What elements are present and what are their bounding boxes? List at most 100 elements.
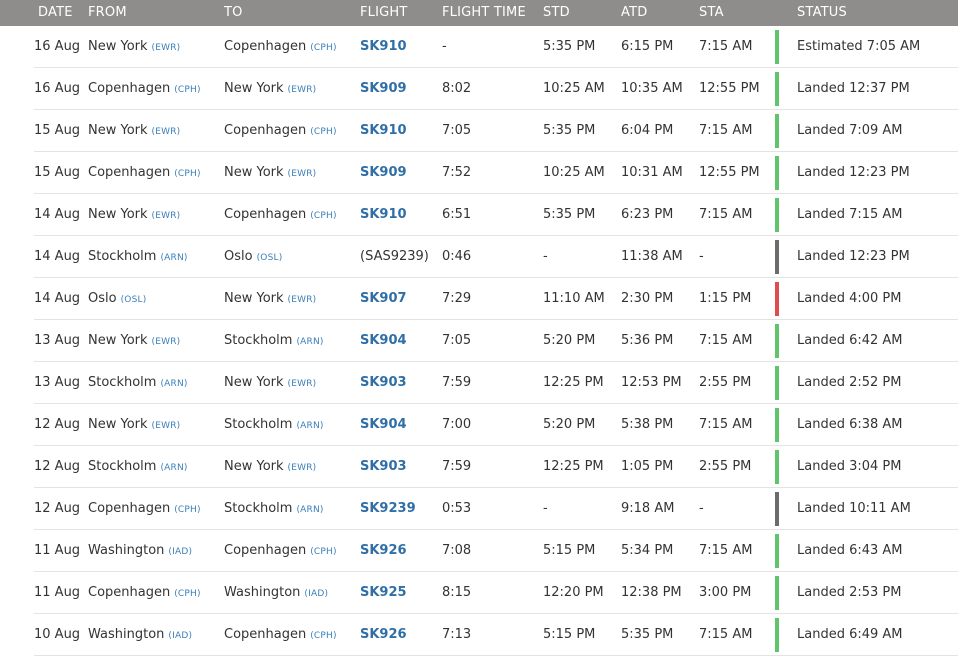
std-cell: 12:25 PM (543, 459, 604, 474)
to-airport-code[interactable]: (ARN) (296, 337, 323, 347)
to-airport-code[interactable]: (IAD) (304, 589, 328, 599)
flight-number-link[interactable]: SK910 (360, 39, 407, 54)
status-indicator (775, 618, 779, 652)
flight-number-link[interactable]: SK909 (360, 165, 407, 180)
status-indicator (775, 324, 779, 358)
from-airport-code[interactable]: (CPH) (174, 505, 201, 515)
to-cell: New York (EWR) (224, 68, 316, 110)
status-cell: Landed 4:00 PM (797, 291, 902, 306)
column-header-flight[interactable]: FLIGHT (360, 0, 408, 26)
status-indicator (775, 408, 779, 442)
flight-number-link[interactable]: SK909 (360, 81, 407, 96)
from-airport-code[interactable]: (IAD) (168, 547, 192, 557)
from-airport-code[interactable]: (ARN) (160, 253, 187, 263)
status-indicator (775, 576, 779, 610)
from-airport-code[interactable]: (IAD) (168, 631, 192, 641)
std-cell: 5:15 PM (543, 543, 596, 558)
to-airport-code[interactable]: (EWR) (288, 85, 317, 95)
table-row[interactable]: 14 Aug New York (EWR) Copenhagen (CPH) SK910 6… (0, 194, 958, 236)
from-city: Washington (88, 543, 165, 558)
date-cell: 13 Aug (34, 333, 81, 348)
sta-cell: 12:55 PM (699, 165, 760, 180)
table-row[interactable]: 15 Aug New York (EWR) Copenhagen (CPH) SK910 7… (0, 110, 958, 152)
from-airport-code[interactable]: (CPH) (174, 85, 201, 95)
flight-cell: SK909 (360, 152, 407, 194)
to-cell: Copenhagen (CPH) (224, 614, 337, 656)
column-header-atd[interactable]: ATD (621, 0, 647, 26)
column-header-date[interactable]: DATE (38, 0, 73, 26)
flight-number-link[interactable]: SK904 (360, 417, 407, 432)
table-row[interactable]: 13 Aug Stockholm (ARN) New York (EWR) SK903 7:… (0, 362, 958, 404)
to-city: New York (224, 291, 284, 306)
flight-cell: SK907 (360, 278, 407, 320)
table-row[interactable]: 10 Aug Washington (IAD) Copenhagen (CPH) SK92… (0, 614, 958, 656)
flight-number-link[interactable]: SK926 (360, 627, 407, 642)
column-header-std[interactable]: STD (543, 0, 570, 26)
sta-cell: 7:15 AM (699, 543, 753, 558)
table-row[interactable]: 11 Aug Washington (IAD) Copenhagen (CPH) SK92… (0, 530, 958, 572)
from-airport-code[interactable]: (ARN) (160, 463, 187, 473)
from-airport-code[interactable]: (OSL) (121, 295, 147, 305)
to-airport-code[interactable]: (CPH) (310, 631, 337, 641)
flight-number-link[interactable]: SK9239 (360, 501, 416, 516)
from-airport-code[interactable]: (ARN) (160, 379, 187, 389)
flight-number-link[interactable]: SK904 (360, 333, 407, 348)
flight-number-link[interactable]: SK903 (360, 375, 407, 390)
table-row[interactable]: 12 Aug Stockholm (ARN) New York (EWR) SK903 7:… (0, 446, 958, 488)
from-airport-code[interactable]: (EWR) (152, 127, 181, 137)
table-row[interactable]: 16 Aug Copenhagen (CPH) New York (EWR) SK909 8… (0, 68, 958, 110)
flight-number-link[interactable]: SK907 (360, 291, 407, 306)
from-cell: Stockholm (ARN) (88, 236, 188, 278)
to-airport-code[interactable]: (ARN) (296, 421, 323, 431)
table-row[interactable]: 14 Aug Stockholm (ARN) Oslo (OSL) (SAS9239) 0:… (0, 236, 958, 278)
std-cell: - (543, 249, 548, 264)
flight-number-link[interactable]: SK925 (360, 585, 407, 600)
table-row[interactable]: 11 Aug Copenhagen (CPH) Washington (IAD) SK92… (0, 572, 958, 614)
column-header-status[interactable]: STATUS (797, 0, 847, 26)
from-airport-code[interactable]: (EWR) (152, 421, 181, 431)
table-row[interactable]: 12 Aug Copenhagen (CPH) Stockholm (ARN) SK923… (0, 488, 958, 530)
table-row[interactable]: 15 Aug Copenhagen (CPH) New York (EWR) SK909 7… (0, 152, 958, 194)
sta-cell: 7:15 AM (699, 39, 753, 54)
from-cell: Copenhagen (CPH) (88, 572, 201, 614)
status-indicator (775, 114, 779, 148)
to-city: Washington (224, 585, 301, 600)
table-row[interactable]: 13 Aug New York (EWR) Stockholm (ARN) SK904 7:… (0, 320, 958, 362)
to-airport-code[interactable]: (CPH) (310, 547, 337, 557)
flight-number-link[interactable]: SK926 (360, 543, 407, 558)
flight-number-link[interactable]: SK910 (360, 123, 407, 138)
table-row[interactable]: 16 Aug New York (EWR) Copenhagen (CPH) SK910 -… (0, 26, 958, 68)
from-airport-code[interactable]: (CPH) (174, 589, 201, 599)
status-indicator (775, 156, 779, 190)
status-indicator (775, 240, 779, 274)
to-airport-code[interactable]: (OSL) (257, 253, 283, 263)
column-header-from[interactable]: FROM (88, 0, 127, 26)
to-airport-code[interactable]: (CPH) (310, 127, 337, 137)
flight-number-link[interactable]: SK903 (360, 459, 407, 474)
to-airport-code[interactable]: (EWR) (288, 295, 317, 305)
flight-number-link[interactable]: SK910 (360, 207, 407, 222)
from-airport-code[interactable]: (EWR) (152, 43, 181, 53)
to-city: New York (224, 81, 284, 96)
to-airport-code[interactable]: (CPH) (310, 211, 337, 221)
atd-cell: 12:53 PM (621, 375, 682, 390)
sta-cell: - (699, 249, 704, 264)
to-airport-code[interactable]: (ARN) (296, 505, 323, 515)
to-airport-code[interactable]: (EWR) (288, 379, 317, 389)
table-row[interactable]: 14 Aug Oslo (OSL) New York (EWR) SK907 7:29 11:… (0, 278, 958, 320)
date-cell: 16 Aug (34, 39, 81, 54)
from-airport-code[interactable]: (EWR) (152, 211, 181, 221)
from-cell: Oslo (OSL) (88, 278, 146, 320)
from-city: New York (88, 123, 148, 138)
from-airport-code[interactable]: (CPH) (174, 169, 201, 179)
column-header-to[interactable]: TO (224, 0, 243, 26)
column-header-sta[interactable]: STA (699, 0, 724, 26)
flight-cell: SK910 (360, 110, 407, 152)
from-airport-code[interactable]: (EWR) (152, 337, 181, 347)
column-header-flight-time[interactable]: FLIGHT TIME (442, 0, 526, 26)
to-airport-code[interactable]: (EWR) (288, 169, 317, 179)
atd-cell: 5:34 PM (621, 543, 674, 558)
to-airport-code[interactable]: (CPH) (310, 43, 337, 53)
table-row[interactable]: 12 Aug New York (EWR) Stockholm (ARN) SK904 7:… (0, 404, 958, 446)
to-airport-code[interactable]: (EWR) (288, 463, 317, 473)
